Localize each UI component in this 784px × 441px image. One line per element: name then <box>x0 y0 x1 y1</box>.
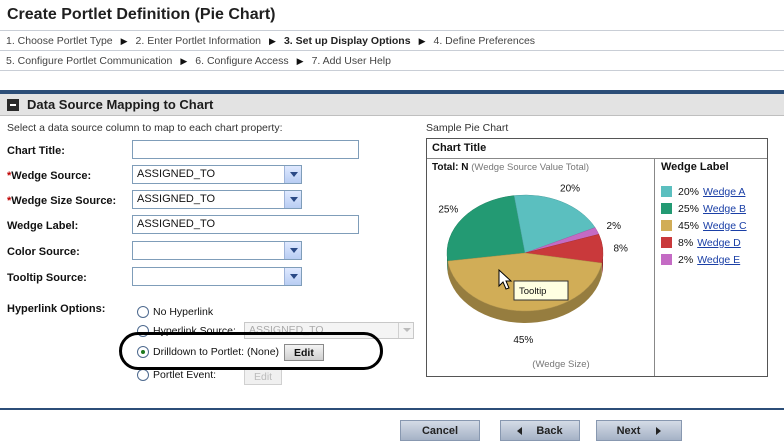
tooltip: Tooltip <box>513 280 569 301</box>
back-label: Back <box>536 424 563 437</box>
step-arrow-icon: ▶ <box>418 35 426 46</box>
tooltip-source-label: Tooltip Source: <box>7 272 87 284</box>
page-title: Create Portlet Definition (Pie Chart) <box>7 6 276 23</box>
chart-title: Chart Title <box>432 142 487 154</box>
pie-slice-label: 45% <box>513 335 533 346</box>
section-header[interactable]: Data Source Mapping to Chart <box>0 94 784 116</box>
legend-link[interactable]: Wedge B <box>703 203 746 215</box>
title-divider <box>0 30 784 31</box>
legend-swatch <box>661 254 672 265</box>
wedge-label-label: Wedge Label: <box>7 220 79 232</box>
legend-item: 8% Wedge D <box>661 234 747 251</box>
next-label: Next <box>616 424 641 437</box>
step-choose-portlet-type[interactable]: 1. Choose Portlet Type <box>6 35 113 47</box>
pie-slice-label: 25% <box>438 204 458 215</box>
legend-swatch <box>661 237 672 248</box>
legend-item: 20% Wedge A <box>661 183 747 200</box>
legend-item: 25% Wedge B <box>661 200 747 217</box>
radio-button[interactable] <box>137 306 149 318</box>
collapse-icon[interactable] <box>7 99 19 111</box>
chart-title-label: Chart Title: <box>7 145 65 157</box>
legend-link[interactable]: Wedge C <box>703 220 747 232</box>
chart-title-input[interactable] <box>132 140 359 159</box>
chevron-down-icon[interactable] <box>284 166 301 183</box>
legend-item: 2% Wedge E <box>661 251 747 268</box>
legend-divider <box>654 159 655 376</box>
legend-swatch <box>661 186 672 197</box>
sample-chart-label: Sample Pie Chart <box>426 122 509 134</box>
step-arrow-icon: ▶ <box>180 55 188 66</box>
mapping-instruction: Select a data source column to map to ea… <box>7 122 283 134</box>
legend-header: Wedge Label <box>661 161 729 173</box>
step-arrow-icon: ▶ <box>296 55 304 66</box>
wedge-size-source-label-text: Wedge Size Source: <box>11 195 117 207</box>
wedge-size-source-label: *Wedge Size Source: <box>7 195 116 207</box>
wedge-size-caption: (Wedge Size) <box>532 359 589 370</box>
section-title: Data Source Mapping to Chart <box>27 97 214 112</box>
step-configure-portlet-communication[interactable]: 5. Configure Portlet Communication <box>6 55 172 67</box>
chevron-down-icon[interactable] <box>284 242 301 259</box>
legend-percent: 8% <box>678 236 694 249</box>
next-arrow-icon <box>656 426 662 435</box>
legend-percent: 20% <box>678 185 700 198</box>
legend-percent: 2% <box>678 253 694 266</box>
tooltip-source-select[interactable] <box>132 267 302 286</box>
footer-divider <box>0 408 784 410</box>
portlet-event-edit-button: Edit <box>244 368 283 385</box>
radio-no-hyperlink[interactable]: No Hyperlink <box>137 306 213 318</box>
legend-percent: 25% <box>678 202 700 215</box>
legend-swatch <box>661 220 672 231</box>
tooltip-text: Tooltip <box>519 286 546 297</box>
cancel-button[interactable]: Cancel <box>400 420 480 441</box>
back-arrow-icon <box>517 426 523 435</box>
step-configure-access[interactable]: 6. Configure Access <box>195 55 288 67</box>
legend-swatch <box>661 203 672 214</box>
chart-legend: 20% Wedge A 25% Wedge B 45% Wedge C 8% Wedge D2… <box>661 183 747 268</box>
step-enter-portlet-information[interactable]: 2. Enter Portlet Information <box>136 35 261 47</box>
legend-link[interactable]: Wedge E <box>697 254 740 266</box>
pie-slice-label: 20% <box>560 184 580 195</box>
legend-link[interactable]: Wedge D <box>697 237 741 249</box>
pie-slice <box>446 195 526 262</box>
sample-pie-chart: Chart Title Total: N (Wedge Source Value… <box>426 138 768 377</box>
chevron-down-icon[interactable] <box>284 268 301 285</box>
wedge-size-source-value: ASSIGNED_TO <box>137 193 216 205</box>
wedge-size-source-select[interactable]: ASSIGNED_TO <box>132 190 302 209</box>
highlight-ring <box>119 332 383 370</box>
radio-portlet-event[interactable]: Portlet Event: <box>137 369 216 381</box>
wedge-source-value: ASSIGNED_TO <box>137 168 216 180</box>
step-arrow-icon: ▶ <box>269 35 276 46</box>
pie-slice-label: 2% <box>607 221 622 232</box>
step-define-preferences[interactable]: 4. Define Preferences <box>433 35 535 47</box>
wedge-label-input[interactable]: ASSIGNED_TO <box>132 215 359 234</box>
radio-label: Portlet Event: <box>153 369 217 381</box>
step-set-up-display-options: 3. Set up Display Options <box>283 35 411 47</box>
radio-label: No Hyperlink <box>153 306 214 318</box>
chevron-down-icon[interactable] <box>284 191 301 208</box>
color-source-select[interactable] <box>132 241 302 260</box>
back-button[interactable]: Back <box>500 420 580 441</box>
chevron-down-icon <box>398 323 413 338</box>
hyperlink-options-label: Hyperlink Options: <box>7 303 106 315</box>
cancel-label: Cancel <box>421 424 459 437</box>
wizard-steps-row-1: 1. Choose Portlet Type ▶ 2. Enter Portle… <box>0 32 784 51</box>
radio-button[interactable] <box>137 369 149 381</box>
color-source-label: Color Source: <box>7 246 80 258</box>
next-button[interactable]: Next <box>596 420 682 441</box>
legend-item: 45% Wedge C <box>661 217 747 234</box>
step-add-user-help[interactable]: 7. Add User Help <box>312 55 391 67</box>
wedge-source-select[interactable]: ASSIGNED_TO <box>132 165 302 184</box>
pie-chart-svg: 25% 20% 2% 8% 45% Tooltip (Wedge Size) <box>438 184 628 370</box>
step-arrow-icon: ▶ <box>120 35 128 46</box>
legend-percent: 45% <box>678 219 700 232</box>
wedge-source-label-text: Wedge Source: <box>11 170 92 182</box>
wizard-steps-row-2: 5. Configure Portlet Communication ▶ 6. … <box>0 52 784 71</box>
wedge-source-label: *Wedge Source: <box>7 170 91 182</box>
legend-link[interactable]: Wedge A <box>703 186 745 198</box>
pie-slice-label: 8% <box>613 243 628 254</box>
